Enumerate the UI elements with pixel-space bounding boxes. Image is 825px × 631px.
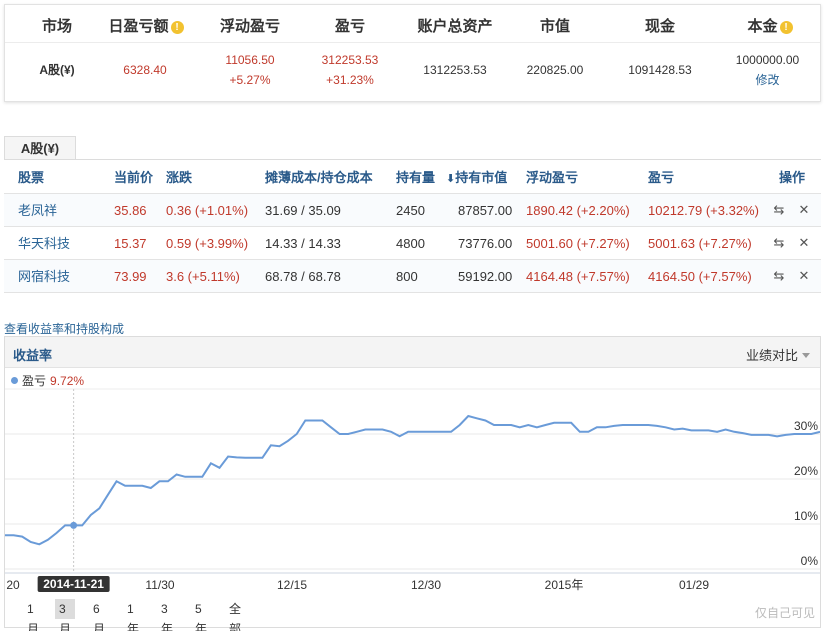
- col-float-pl[interactable]: 浮动盈亏: [526, 161, 578, 194]
- range-all-button[interactable]: 全部: [225, 599, 245, 631]
- range-3y-button[interactable]: 3年: [157, 599, 177, 631]
- series-line: [5, 414, 820, 546]
- total-assets-value: 1312253.53: [423, 63, 487, 77]
- header-daily-pl: 日盈亏额!: [101, 15, 191, 36]
- pl-amount: 312253.53: [321, 53, 379, 67]
- stock-change: 0.36 (+1.01%): [166, 203, 249, 218]
- header-pl: 盈亏: [334, 18, 365, 35]
- stock-cost: 31.69 / 35.09: [265, 203, 341, 218]
- header-principal-label: 本金: [747, 18, 778, 35]
- col-change[interactable]: 涨跌: [166, 161, 192, 194]
- stock-name[interactable]: 华天科技: [18, 227, 70, 260]
- range-3m-button[interactable]: 3月: [55, 599, 75, 631]
- header-market-value: 市值: [539, 18, 570, 35]
- range-1y-button[interactable]: 1年: [123, 599, 143, 631]
- stock-float-pl: 5001.60 (+7.27%): [526, 236, 630, 251]
- stock-change: 3.6 (+5.11%): [166, 269, 240, 284]
- header-principal: 本金!: [735, 15, 805, 36]
- sort-down-icon: ⬇: [446, 173, 456, 185]
- stock-pl: 10212.79 (+3.32%): [648, 203, 759, 218]
- principal-value: 1000000.00: [735, 53, 800, 67]
- stock-cost: 14.33 / 14.33: [265, 236, 341, 251]
- hover-point: [70, 521, 78, 529]
- close-icon[interactable]: ✕: [797, 236, 811, 250]
- table-row: 华天科技 15.37 0.59 (+3.99%) 14.33 / 14.33 4…: [4, 227, 821, 260]
- header-market: 市场: [41, 18, 72, 35]
- x-tick-label: 2015年: [545, 578, 584, 592]
- holdings-table: 股票 当前价 涨跌 摊薄成本/持仓成本 持有量 ⬇持有市值 浮动盈亏 盈亏 操作…: [4, 159, 821, 293]
- table-header-row: 股票 当前价 涨跌 摊薄成本/持仓成本 持有量 ⬇持有市值 浮动盈亏 盈亏 操作: [4, 161, 821, 194]
- y-tick-label: 20%: [794, 464, 818, 478]
- stock-price: 15.37: [114, 236, 147, 251]
- stock-shares: 4800: [396, 236, 425, 251]
- view-returns-link[interactable]: 查看收益率和持股构成: [4, 320, 124, 337]
- col-holding-value-label: 持有市值: [455, 170, 508, 185]
- stock-float-pl: 4164.48 (+7.57%): [526, 269, 630, 284]
- header-cash: 现金: [644, 18, 675, 35]
- account-summary: 市场 日盈亏额! 浮动盈亏 盈亏 账户总资产 市值 现金 本金! A股(¥) 6…: [4, 4, 821, 102]
- hover-date-label: 2014-11-21: [43, 577, 104, 591]
- range-1m-button[interactable]: 1月: [23, 599, 43, 631]
- daily-pl-value: 6328.40: [123, 63, 167, 77]
- table-row: 网宿科技 73.99 3.6 (+5.11%) 68.78 / 68.78 80…: [4, 260, 821, 293]
- float-pl-percent: +5.27%: [229, 73, 271, 87]
- stock-pl: 5001.63 (+7.27%): [648, 236, 752, 251]
- summary-header: 市场 日盈亏额! 浮动盈亏 盈亏 账户总资产 市值 现金 本金!: [5, 5, 820, 43]
- stock-value: 73776.00: [458, 236, 513, 251]
- transfer-icon[interactable]: ⇆: [772, 236, 786, 250]
- returns-line-chart[interactable]: 0% 10% 20% 30% 20 11/30 12/15 12/30 2015年 01/29 20…: [5, 337, 820, 627]
- tab-a-shares[interactable]: A股(¥): [4, 136, 76, 160]
- cash-value: 1091428.53: [628, 63, 692, 77]
- stock-name[interactable]: 网宿科技: [18, 260, 70, 293]
- stock-value: 87857.00: [458, 203, 513, 218]
- x-tick-label: 01/29: [679, 578, 709, 592]
- col-cost[interactable]: 摊薄成本/持仓成本: [265, 161, 373, 194]
- table-row: 老凤祥 35.86 0.36 (+1.01%) 31.69 / 35.09 24…: [4, 194, 821, 227]
- y-tick-label: 10%: [794, 509, 818, 523]
- stock-shares: 2450: [396, 203, 425, 218]
- range-5y-button[interactable]: 5年: [191, 599, 211, 631]
- market-value-label: A股(¥): [39, 63, 75, 77]
- stock-float-pl: 1890.42 (+2.20%): [526, 203, 630, 218]
- market-value-value: 220825.00: [526, 63, 584, 77]
- edit-principal-link[interactable]: 修改: [720, 71, 815, 90]
- col-actions: 操作: [779, 170, 806, 185]
- returns-chart-panel: 收益率 业绩对比 盈亏 9.72% 0% 10% 20% 30% 20 11/30 12/15…: [4, 336, 821, 631]
- stock-pl: 4164.50 (+7.57%): [648, 269, 752, 284]
- stock-shares: 800: [396, 269, 418, 284]
- stock-change: 0.59 (+3.99%): [166, 236, 249, 251]
- x-tick-label: 12/15: [277, 578, 307, 592]
- header-total-assets: 账户总资产: [417, 18, 493, 35]
- col-stock[interactable]: 股票: [18, 161, 44, 194]
- header-float-pl: 浮动盈亏: [219, 18, 280, 35]
- stock-price: 35.86: [114, 203, 147, 218]
- x-tick-label: 20: [6, 578, 20, 592]
- y-tick-label: 30%: [794, 419, 818, 433]
- col-shares[interactable]: 持有量: [396, 161, 435, 194]
- x-tick-label: 12/30: [411, 578, 441, 592]
- stock-price: 73.99: [114, 269, 147, 284]
- x-tick-label: 11/30: [145, 578, 174, 592]
- close-icon[interactable]: ✕: [797, 269, 811, 283]
- header-daily-pl-label: 日盈亏额: [108, 18, 169, 35]
- visibility-note: 仅自己可见: [754, 606, 815, 620]
- stock-value: 59192.00: [458, 269, 513, 284]
- transfer-icon[interactable]: ⇆: [772, 269, 786, 283]
- pl-percent: +31.23%: [326, 73, 374, 87]
- stock-name[interactable]: 老凤祥: [18, 194, 57, 227]
- float-pl-amount: 11056.50: [225, 53, 275, 67]
- col-price[interactable]: 当前价: [114, 161, 153, 194]
- range-6m-button[interactable]: 6月: [89, 599, 109, 631]
- stock-cost: 68.78 / 68.78: [265, 269, 341, 284]
- info-icon[interactable]: !: [170, 21, 184, 34]
- col-pl[interactable]: 盈亏: [648, 161, 674, 194]
- transfer-icon[interactable]: ⇆: [772, 203, 786, 217]
- col-holding-value[interactable]: ⬇持有市值: [446, 161, 507, 196]
- info-icon[interactable]: !: [779, 21, 793, 34]
- y-tick-label: 0%: [801, 554, 819, 568]
- close-icon[interactable]: ✕: [797, 203, 811, 217]
